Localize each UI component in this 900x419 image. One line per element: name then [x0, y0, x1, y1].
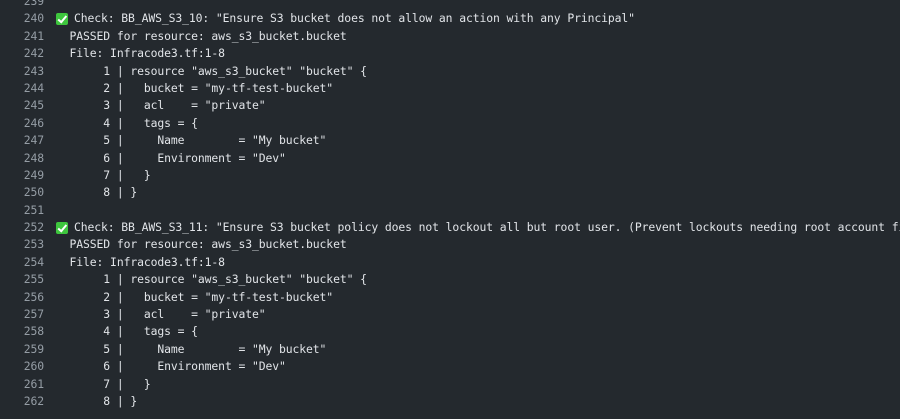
line-number[interactable]: 241 — [0, 28, 45, 45]
line-number[interactable]: 262 — [0, 393, 45, 410]
log-line: 260 6 | Environment = "Dev" — [0, 358, 900, 375]
log-line: 247 5 | Name = "My bucket" — [0, 132, 900, 149]
line-text: 4 | tags = { — [56, 324, 198, 339]
log-line: 259 5 | Name = "My bucket" — [0, 341, 900, 358]
log-line: 248 6 | Environment = "Dev" — [0, 150, 900, 167]
log-line: 244 2 | bucket = "my-tf-test-bucket" — [0, 80, 900, 97]
line-number[interactable]: 258 — [0, 323, 45, 340]
log-line: 249 7 | } — [0, 167, 900, 184]
log-line: 256 2 | bucket = "my-tf-test-bucket" — [0, 289, 900, 306]
log-line: 262 8 | } — [0, 393, 900, 410]
line-text: 2 | bucket = "my-tf-test-bucket" — [56, 80, 334, 95]
log-line: 252 Check: BB_AWS_S3_11: "Ensure S3 bucke… — [0, 219, 900, 236]
line-text: 5 | Name = "My bucket" — [56, 341, 327, 356]
log-line: 255 1 | resource "aws_s3_bucket" "bucket… — [0, 271, 900, 288]
line-number[interactable]: 257 — [0, 306, 45, 323]
log-output: 239 240 Check: BB_AWS_S3_10: "Ensure S3 b… — [0, 0, 900, 410]
line-number[interactable]: 246 — [0, 115, 45, 132]
line-number[interactable]: 245 — [0, 97, 45, 114]
line-text: 7 | } — [56, 167, 151, 182]
line-text: Check: BB_AWS_S3_11: "Ensure S3 bucket p… — [74, 220, 900, 235]
line-number[interactable]: 243 — [0, 63, 45, 80]
line-text: 2 | bucket = "my-tf-test-bucket" — [56, 289, 334, 304]
line-text: 4 | tags = { — [56, 115, 198, 130]
log-line: 243 1 | resource "aws_s3_bucket" "bucket… — [0, 63, 900, 80]
line-number[interactable]: 239 — [0, 0, 45, 10]
line-text: 7 | } — [56, 376, 151, 391]
line-number[interactable]: 254 — [0, 254, 45, 271]
line-text: PASSED for resource: aws_s3_bucket.bucke… — [56, 28, 347, 43]
check-icon — [56, 13, 68, 26]
line-text: 6 | Environment = "Dev" — [56, 150, 286, 165]
line-number[interactable]: 248 — [0, 150, 45, 167]
line-text: 8 | } — [56, 393, 138, 408]
log-line: 257 3 | acl = "private" — [0, 306, 900, 323]
log-line: 245 3 | acl = "private" — [0, 97, 900, 114]
line-text: 6 | Environment = "Dev" — [56, 359, 286, 374]
line-text: Check: BB_AWS_S3_10: "Ensure S3 bucket d… — [74, 11, 635, 26]
line-number[interactable]: 259 — [0, 341, 45, 358]
line-number[interactable]: 253 — [0, 236, 45, 253]
line-text: 5 | Name = "My bucket" — [56, 133, 327, 148]
line-number[interactable]: 252 — [0, 219, 45, 236]
log-line: 246 4 | tags = { — [0, 115, 900, 132]
log-line: 254 File: Infracode3.tf:1-8 — [0, 254, 900, 271]
log-line: 258 4 | tags = { — [0, 323, 900, 340]
line-text: 1 | resource "aws_s3_bucket" "bucket" { — [56, 63, 367, 78]
line-number[interactable]: 261 — [0, 376, 45, 393]
line-text: File: Infracode3.tf:1-8 — [56, 46, 226, 61]
line-text: 3 | acl = "private" — [56, 307, 266, 322]
line-number[interactable]: 240 — [0, 10, 45, 27]
log-line: 241 PASSED for resource: aws_s3_bucket.b… — [0, 28, 900, 45]
line-text: PASSED for resource: aws_s3_bucket.bucke… — [56, 237, 347, 252]
log-line: 240 Check: BB_AWS_S3_10: "Ensure S3 bucke… — [0, 10, 900, 27]
check-icon — [56, 221, 68, 234]
log-line: 239 — [0, 0, 900, 10]
line-number[interactable]: 244 — [0, 80, 45, 97]
line-text: 8 | } — [56, 185, 138, 200]
line-number[interactable]: 242 — [0, 45, 45, 62]
line-number[interactable]: 249 — [0, 167, 45, 184]
line-number[interactable]: 255 — [0, 271, 45, 288]
line-number[interactable]: 251 — [0, 202, 45, 219]
line-number[interactable]: 256 — [0, 289, 45, 306]
line-number[interactable]: 247 — [0, 132, 45, 149]
log-line: 242 File: Infracode3.tf:1-8 — [0, 45, 900, 62]
log-line: 250 8 | } — [0, 184, 900, 201]
log-line: 261 7 | } — [0, 376, 900, 393]
line-text: File: Infracode3.tf:1-8 — [56, 254, 226, 269]
log-line: 251 — [0, 202, 900, 219]
log-line: 253 PASSED for resource: aws_s3_bucket.b… — [0, 236, 900, 253]
line-number[interactable]: 260 — [0, 358, 45, 375]
line-text: 1 | resource "aws_s3_bucket" "bucket" { — [56, 272, 367, 287]
line-text: 3 | acl = "private" — [56, 98, 266, 113]
line-number[interactable]: 250 — [0, 184, 45, 201]
